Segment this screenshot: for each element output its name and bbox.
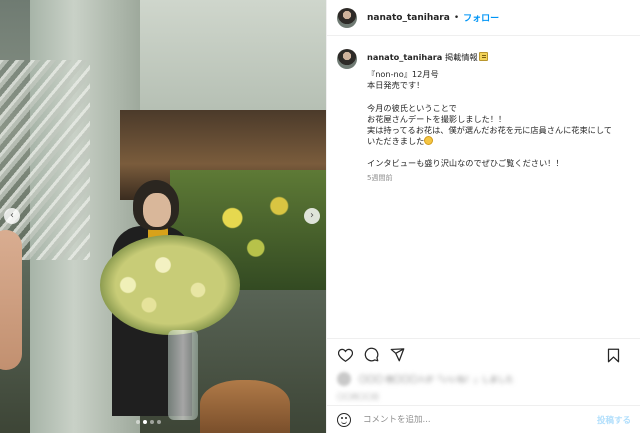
heart-icon (337, 348, 353, 362)
carousel-dot (150, 420, 154, 424)
caption-headline: 掲載情報 (444, 52, 478, 62)
caption-line: 本日発売です！ (367, 80, 425, 91)
carousel-dot (136, 420, 140, 424)
caption-line: 『non-no』12月号 (367, 69, 439, 80)
chevron-right-icon: › (310, 210, 314, 221)
avatar[interactable] (337, 7, 357, 28)
carousel-next-button[interactable]: › (304, 208, 320, 224)
like-button[interactable] (337, 347, 353, 363)
post-date: 〇〇月〇〇日 (337, 393, 379, 401)
smile-emoji-icon (424, 136, 434, 146)
caption-gap (367, 147, 630, 158)
carousel-dots (136, 420, 161, 424)
photo-bouquet (100, 235, 240, 335)
comment-button[interactable] (363, 347, 379, 363)
post-timestamp[interactable]: 5週間前 (367, 173, 630, 184)
save-button[interactable] (605, 347, 621, 363)
memo-icon (478, 52, 488, 61)
photo-person-face (143, 193, 171, 227)
caption: nanato_tanihara 掲載情報 『non-no』12月号 本日発売です… (327, 36, 640, 184)
header-username[interactable]: nanato_tanihara (367, 13, 450, 23)
header-separator: • (453, 12, 460, 23)
comment-icon (364, 347, 378, 362)
action-bar (327, 338, 640, 370)
post-comment-button[interactable]: 投稿する (597, 414, 631, 426)
follow-button[interactable]: フォロー (463, 11, 499, 24)
post-photo[interactable]: ‹ › (0, 0, 326, 433)
carousel-prev-button[interactable]: ‹ (4, 208, 20, 224)
photo-palm-leaves (0, 60, 90, 260)
emoji-icon[interactable] (337, 412, 351, 427)
likes-summary[interactable]: 〇〇〇 他〇〇〇人が「いいね！」しました (337, 372, 514, 386)
likes-text: 〇〇〇 他〇〇〇人が「いいね！」しました (359, 374, 514, 384)
photo-tree-stump (200, 380, 290, 433)
liker-avatar (337, 372, 351, 386)
caption-username[interactable]: nanato_tanihara (367, 52, 442, 62)
post-side-panel: nanato_tanihara • フォロー nanato_tanihara 掲… (326, 0, 640, 433)
caption-gap (367, 92, 630, 103)
comment-bar: 投稿する (327, 405, 640, 433)
photo-vase (168, 330, 198, 420)
share-button[interactable] (389, 347, 405, 363)
caption-line-text: いただきました (367, 136, 425, 147)
bookmark-icon (607, 348, 619, 362)
caption-line: 今月の彼氏ということで (367, 102, 457, 113)
comment-input[interactable] (363, 414, 583, 425)
caption-line-with-emoji: いただきました (367, 136, 630, 147)
caption-line: お花屋さんデートを撮影しました！！ (367, 113, 507, 124)
caption-head: nanato_tanihara 掲載情報 (367, 52, 630, 63)
caption-line: インタビューも盛り沢山なのでぜひご覧ください！！ (367, 158, 564, 169)
caption-avatar[interactable] (337, 49, 357, 69)
carousel-dot (157, 420, 161, 424)
post-header: nanato_tanihara • フォロー (327, 0, 640, 36)
caption-line: 実は持ってるお花は、僕が選んだお花を元に店員さんに花束にして (367, 125, 612, 136)
chevron-left-icon: ‹ (10, 210, 14, 221)
caption-body: nanato_tanihara 掲載情報 『non-no』12月号 本日発売です… (367, 49, 630, 184)
carousel-dot-active (143, 420, 147, 424)
photo-side-person (0, 230, 22, 370)
send-icon (390, 348, 404, 362)
